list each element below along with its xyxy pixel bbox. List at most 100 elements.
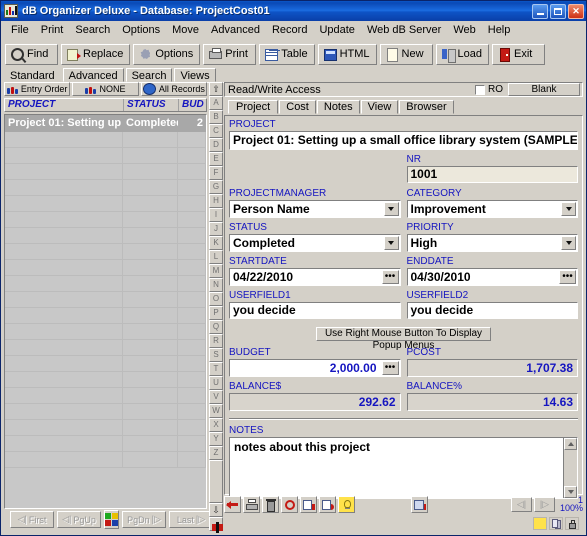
load-button[interactable]: Load	[435, 43, 490, 65]
save-record-icon[interactable]	[300, 495, 317, 513]
alpha-letter-x[interactable]: X	[209, 418, 223, 432]
back-arrow-icon[interactable]	[224, 495, 241, 513]
alpha-letter-d[interactable]: D	[209, 138, 223, 152]
minimize-button[interactable]	[532, 3, 548, 19]
html-button[interactable]: HTML	[317, 43, 377, 65]
notes-scrollbar[interactable]	[563, 438, 577, 498]
table-row[interactable]	[5, 371, 206, 388]
table-row[interactable]	[5, 435, 206, 452]
all-records-button[interactable]: All Records	[140, 82, 207, 96]
print-record-icon[interactable]	[243, 495, 260, 513]
alpha-letter-i[interactable]: I	[209, 208, 223, 222]
status-dropdown[interactable]: Completed	[229, 234, 401, 252]
budget-field[interactable]: 2,000.00 •••	[229, 359, 401, 377]
options-button[interactable]: Options	[133, 43, 201, 65]
alpha-letter-l[interactable]: L	[209, 250, 223, 264]
alpha-letter-s[interactable]: S	[209, 348, 223, 362]
alpha-letter-h[interactable]: H	[209, 194, 223, 208]
column-header-project[interactable]: PROJECT	[5, 99, 123, 111]
table-row[interactable]: Project 01: Setting up a Completed 2	[5, 115, 206, 132]
status-bulb-icon[interactable]	[533, 516, 547, 530]
tab-project[interactable]: Project	[228, 100, 279, 114]
table-row[interactable]	[5, 291, 206, 308]
alpha-letter-u[interactable]: U	[209, 376, 223, 390]
table-row[interactable]	[5, 147, 206, 164]
table-row[interactable]	[5, 259, 206, 276]
color-palette-button[interactable]	[104, 510, 119, 529]
menu-print[interactable]: Print	[35, 23, 70, 37]
enddate-field[interactable]: 04/30/2010 •••	[406, 268, 578, 286]
category-dropdown[interactable]: Improvement	[406, 200, 578, 218]
startdate-field[interactable]: 04/22/2010 •••	[229, 268, 401, 286]
table-row[interactable]	[5, 451, 206, 468]
alpha-letter-f[interactable]: F	[209, 166, 223, 180]
sort-none-button[interactable]: NONE	[72, 82, 139, 96]
menu-help[interactable]: Help	[482, 23, 517, 37]
alpha-letter-o[interactable]: O	[209, 292, 223, 306]
tab-cost[interactable]: Cost	[279, 100, 316, 114]
alpha-letter-j[interactable]: J	[209, 222, 223, 236]
chevron-down-icon[interactable]	[383, 236, 399, 250]
tab-browser[interactable]: Browser	[399, 100, 454, 114]
status-copy-icon[interactable]	[549, 516, 563, 530]
alpha-letter-g[interactable]: G	[209, 180, 223, 194]
table-row[interactable]	[5, 275, 206, 292]
close-button[interactable]: ✕	[568, 3, 584, 19]
table-row[interactable]	[5, 323, 206, 340]
table-row[interactable]	[5, 211, 206, 228]
last-record-button[interactable]: Last |▷	[169, 511, 213, 528]
table-row[interactable]	[5, 307, 206, 324]
first-record-button[interactable]: ◁| First	[10, 511, 54, 528]
menu-update[interactable]: Update	[313, 23, 360, 37]
alpha-letter-e[interactable]: E	[209, 152, 223, 166]
table-row[interactable]	[5, 387, 206, 404]
next-record-button[interactable]: |▷	[533, 496, 555, 512]
userfield1-input[interactable]: you decide	[229, 302, 401, 319]
notes-textarea[interactable]: notes about this project	[229, 437, 578, 499]
table-row[interactable]	[5, 355, 206, 372]
table-button[interactable]: Table	[259, 43, 315, 65]
table-row[interactable]	[5, 243, 206, 260]
alpha-letter-v[interactable]: V	[209, 390, 223, 404]
alpha-letter-y[interactable]: Y	[209, 432, 223, 446]
blank-button[interactable]: Blank	[508, 83, 580, 96]
table-row[interactable]	[5, 339, 206, 356]
page-up-button[interactable]: ◁| PgUp	[57, 511, 101, 528]
menu-options[interactable]: Options	[116, 23, 166, 37]
alpha-letter-m[interactable]: M	[209, 264, 223, 278]
entry-order-button[interactable]: Entry Order	[4, 82, 71, 96]
menu-web-db-server[interactable]: Web dB Server	[361, 23, 447, 37]
project-input[interactable]: Project 01: Setting up a small office li…	[229, 131, 578, 150]
refresh-record-icon[interactable]	[281, 495, 298, 513]
column-header-budget[interactable]: BUD	[178, 99, 206, 111]
maximize-button[interactable]	[550, 3, 566, 19]
alpha-letter-p[interactable]: P	[209, 306, 223, 320]
alpha-letter-t[interactable]: T	[209, 362, 223, 376]
find-button[interactable]: Find	[5, 43, 58, 65]
table-row[interactable]	[5, 227, 206, 244]
alpha-scroll-down[interactable]: ⇩	[209, 503, 223, 517]
projectmanager-dropdown[interactable]: Person Name	[229, 200, 401, 218]
chevron-down-icon[interactable]	[383, 202, 399, 216]
menu-web[interactable]: Web	[447, 23, 481, 37]
menu-record[interactable]: Record	[266, 23, 313, 37]
alpha-letter-b[interactable]: B	[209, 110, 223, 124]
enddate-picker-button[interactable]: •••	[559, 270, 576, 284]
startdate-picker-button[interactable]: •••	[381, 270, 399, 284]
menu-search[interactable]: Search	[69, 23, 116, 37]
nr-input[interactable]: 1001	[406, 166, 578, 183]
budget-calc-button[interactable]: •••	[381, 361, 399, 375]
print-button[interactable]: Print	[203, 43, 257, 65]
alpha-letter-z[interactable]: Z	[209, 446, 223, 460]
menu-move[interactable]: Move	[166, 23, 205, 37]
table-row[interactable]	[5, 131, 206, 148]
tab-notes[interactable]: Notes	[316, 100, 360, 114]
priority-dropdown[interactable]: High	[406, 234, 578, 252]
hint-bulb-icon[interactable]	[338, 495, 355, 513]
table-row[interactable]	[5, 403, 206, 420]
export-save-icon[interactable]	[411, 495, 428, 513]
alpha-letter-w[interactable]: W	[209, 404, 223, 418]
exit-button[interactable]: Exit	[492, 43, 546, 65]
alpha-letter-n[interactable]: N	[209, 278, 223, 292]
alpha-letter-c[interactable]: C	[209, 124, 223, 138]
